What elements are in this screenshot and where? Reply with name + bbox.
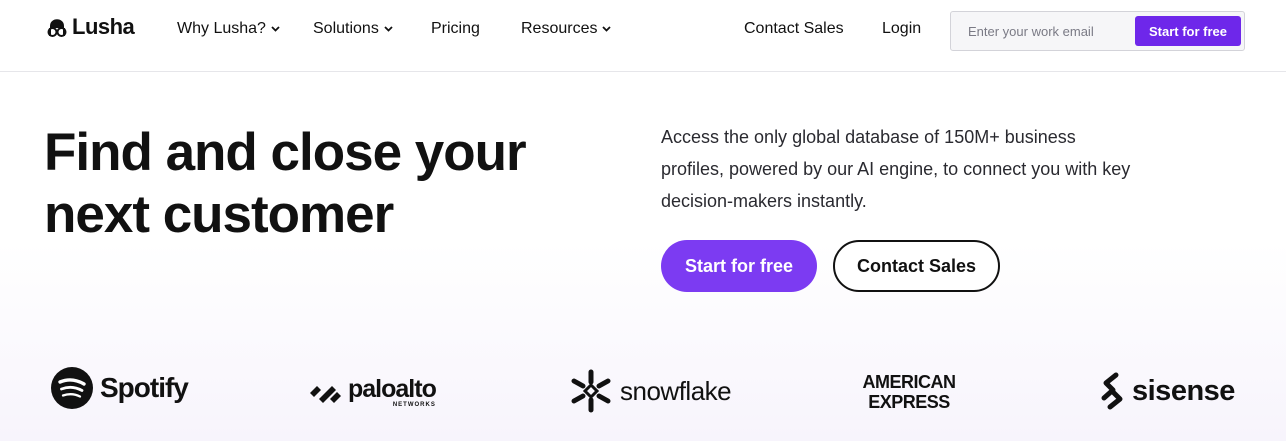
- snowflake-icon: [571, 369, 611, 413]
- nav-pricing[interactable]: Pricing: [431, 20, 480, 38]
- spotify-icon: [51, 367, 93, 409]
- nav-login-label: Login: [882, 20, 922, 37]
- chevron-down-icon: [384, 26, 393, 32]
- paloalto-wordmark-group: paloalto NETWORKS: [348, 375, 437, 408]
- nav-solutions[interactable]: Solutions: [313, 20, 393, 38]
- logo-text: Lusha: [72, 14, 135, 39]
- snowflake-logo: snowflake: [568, 368, 732, 414]
- lusha-logo[interactable]: Lusha: [46, 14, 135, 40]
- amex-line2: EXPRESS: [868, 392, 950, 412]
- hero-description: Access the only global database of 150M+…: [661, 127, 1131, 211]
- nav-resources-label: Resources: [521, 20, 598, 37]
- hero-title: Find and close your next customer: [44, 122, 604, 246]
- nav-contact-sales[interactable]: Contact Sales: [744, 20, 844, 38]
- hero-contact-sales-button[interactable]: Contact Sales: [833, 240, 1000, 292]
- sisense-icon: [1101, 372, 1123, 410]
- email-signup-form: Start for free: [950, 11, 1245, 51]
- nav-why-lusha[interactable]: Why Lusha?: [177, 20, 280, 38]
- snowflake-wordmark: snowflake: [620, 375, 732, 406]
- paloalto-wordmark: paloalto: [348, 375, 437, 403]
- nav-start-for-free-button[interactable]: Start for free: [1135, 16, 1241, 46]
- nav-login[interactable]: Login: [882, 20, 921, 38]
- sisense-logo: sisense: [1100, 372, 1235, 410]
- paloalto-networks-text: NETWORKS: [392, 402, 436, 408]
- paloalto-icon: [310, 386, 341, 403]
- nav-resources[interactable]: Resources: [521, 20, 612, 38]
- chevron-down-icon: [271, 26, 280, 32]
- chevron-down-icon: [602, 26, 612, 32]
- spotify-logo: Spotify: [50, 366, 189, 410]
- work-email-input[interactable]: [952, 13, 1132, 49]
- hero-title-line2: next customer: [44, 185, 394, 244]
- amex-line1: AMERICAN: [862, 372, 957, 392]
- nav-why-lusha-label: Why Lusha?: [177, 20, 266, 37]
- top-navigation: Lusha Why Lusha? Solutions Pricing Resou…: [0, 0, 1286, 72]
- spotify-wordmark: Spotify: [100, 372, 189, 403]
- hero-start-for-free-button[interactable]: Start for free: [661, 240, 817, 292]
- hero-title-line1: Find and close your: [44, 123, 527, 182]
- nav-pricing-label: Pricing: [431, 20, 480, 37]
- paloalto-logo: paloalto NETWORKS: [308, 375, 437, 408]
- sisense-wordmark: sisense: [1132, 374, 1235, 407]
- lusha-logo-icon: [47, 19, 67, 37]
- american-express-logo: AMERICAN EXPRESS: [855, 372, 963, 412]
- nav-contact-sales-label: Contact Sales: [744, 20, 844, 37]
- nav-solutions-label: Solutions: [313, 20, 379, 37]
